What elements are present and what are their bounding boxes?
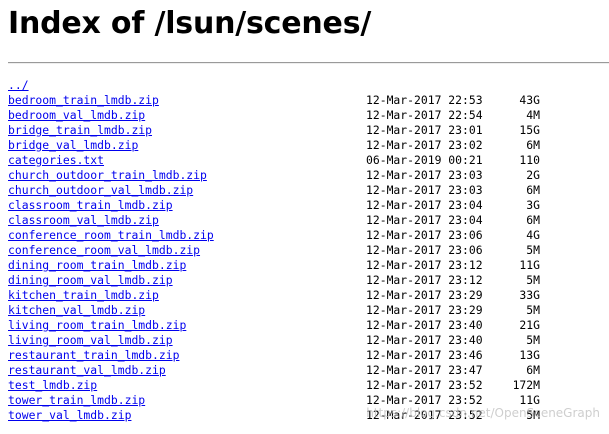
file-link[interactable]: bridge_train_lmdb.zip (8, 123, 152, 138)
file-date: 12-Mar-2017 23:52 (366, 378, 483, 392)
file-date: 12-Mar-2017 22:54 (366, 108, 483, 122)
file-date: 12-Mar-2017 23:02 (366, 138, 483, 152)
list-item: restaurant_val_lmdb.zip 12-Mar-2017 23:47… (8, 363, 608, 378)
file-link[interactable]: living_room_val_lmdb.zip (8, 333, 173, 348)
file-date: 12-Mar-2017 23:01 (366, 123, 483, 137)
file-size: 6M (526, 138, 540, 152)
file-size: 3G (526, 198, 540, 212)
file-size: 5M (526, 273, 540, 287)
file-date: 12-Mar-2017 22:53 (366, 93, 483, 107)
list-item: classroom_val_lmdb.zip 12-Mar-2017 23:04 6… (8, 213, 608, 228)
list-item: church_outdoor_train_lmdb.zip 12-Mar-2017… (8, 168, 608, 183)
file-rows: bedroom_train_lmdb.zip 12-Mar-2017 22:53 4… (8, 93, 608, 423)
file-date: 12-Mar-2017 23:40 (366, 333, 483, 347)
file-link[interactable]: conference_room_train_lmdb.zip (8, 228, 214, 243)
file-date: 12-Mar-2017 23:12 (366, 273, 483, 287)
file-size: 5M (526, 303, 540, 317)
file-link[interactable]: classroom_train_lmdb.zip (8, 198, 173, 213)
file-size: 15G (519, 123, 540, 137)
file-size: 43G (519, 93, 540, 107)
list-item: kitchen_train_lmdb.zip 12-Mar-2017 23:29 3… (8, 288, 608, 303)
file-size: 6M (526, 213, 540, 227)
file-date: 12-Mar-2017 23:03 (366, 168, 483, 182)
list-item: tower_val_lmdb.zip 12-Mar-2017 23:52 5M (8, 408, 608, 423)
file-date: 06-Mar-2019 00:21 (366, 153, 483, 167)
file-date: 12-Mar-2017 23:04 (366, 213, 483, 227)
file-link[interactable]: conference_room_val_lmdb.zip (8, 243, 200, 258)
list-item: conference_room_val_lmdb.zip 12-Mar-2017 … (8, 243, 608, 258)
list-item-parent: ../ (8, 78, 608, 93)
file-size: 5M (526, 408, 540, 422)
list-item: kitchen_val_lmdb.zip 12-Mar-2017 23:29 5M (8, 303, 608, 318)
file-date: 12-Mar-2017 23:52 (366, 408, 483, 422)
list-item: living_room_train_lmdb.zip 12-Mar-2017 23… (8, 318, 608, 333)
file-size: 4G (526, 228, 540, 242)
list-item: bridge_val_lmdb.zip 12-Mar-2017 23:02 6M (8, 138, 608, 153)
file-link[interactable]: kitchen_train_lmdb.zip (8, 288, 159, 303)
file-link[interactable]: classroom_val_lmdb.zip (8, 213, 159, 228)
file-date: 12-Mar-2017 23:04 (366, 198, 483, 212)
file-link[interactable]: living_room_train_lmdb.zip (8, 318, 186, 333)
file-link[interactable]: dining_room_val_lmdb.zip (8, 273, 173, 288)
list-item: conference_room_train_lmdb.zip 12-Mar-201… (8, 228, 608, 243)
list-item: church_outdoor_val_lmdb.zip 12-Mar-2017 2… (8, 183, 608, 198)
file-link[interactable]: test_lmdb.zip (8, 378, 97, 393)
file-link[interactable]: church_outdoor_val_lmdb.zip (8, 183, 193, 198)
list-item: bedroom_val_lmdb.zip 12-Mar-2017 22:54 4M (8, 108, 608, 123)
file-size: 6M (526, 183, 540, 197)
file-size: 6M (526, 363, 540, 377)
file-size: 33G (519, 288, 540, 302)
list-item: categories.txt 06-Mar-2019 00:21 110 (8, 153, 608, 168)
file-size: 5M (526, 243, 540, 257)
file-link[interactable]: restaurant_train_lmdb.zip (8, 348, 179, 363)
list-item: classroom_train_lmdb.zip 12-Mar-2017 23:0… (8, 198, 608, 213)
parent-directory-link[interactable]: ../ (8, 78, 29, 93)
page-title: Index of /lsun/scenes/ (8, 6, 372, 41)
file-link[interactable]: bedroom_val_lmdb.zip (8, 108, 145, 123)
file-size: 172M (512, 378, 540, 392)
file-date: 12-Mar-2017 23:06 (366, 228, 483, 242)
file-size: 13G (519, 348, 540, 362)
file-link[interactable]: restaurant_val_lmdb.zip (8, 363, 166, 378)
file-link[interactable]: bridge_val_lmdb.zip (8, 138, 138, 153)
list-item: restaurant_train_lmdb.zip 12-Mar-2017 23:… (8, 348, 608, 363)
file-link[interactable]: kitchen_val_lmdb.zip (8, 303, 145, 318)
file-link[interactable]: tower_val_lmdb.zip (8, 408, 131, 423)
file-date: 12-Mar-2017 23:40 (366, 318, 483, 332)
file-size: 11G (519, 393, 540, 407)
list-item: dining_room_train_lmdb.zip 12-Mar-2017 23… (8, 258, 608, 273)
file-date: 12-Mar-2017 23:52 (366, 393, 483, 407)
file-date: 12-Mar-2017 23:03 (366, 183, 483, 197)
file-size: 4M (526, 108, 540, 122)
file-listing: ../ bedroom_train_lmdb.zip 12-Mar-2017 22… (8, 78, 608, 423)
file-link[interactable]: categories.txt (8, 153, 104, 168)
file-link[interactable]: tower_train_lmdb.zip (8, 393, 145, 408)
list-item: bridge_train_lmdb.zip 12-Mar-2017 23:01 15… (8, 123, 608, 138)
file-size: 5M (526, 333, 540, 347)
divider (8, 62, 609, 64)
list-item: living_room_val_lmdb.zip 12-Mar-2017 23:4… (8, 333, 608, 348)
file-link[interactable]: church_outdoor_train_lmdb.zip (8, 168, 207, 183)
file-link[interactable]: dining_room_train_lmdb.zip (8, 258, 186, 273)
file-date: 12-Mar-2017 23:12 (366, 258, 483, 272)
file-size: 2G (526, 168, 540, 182)
file-date: 12-Mar-2017 23:46 (366, 348, 483, 362)
list-item: tower_train_lmdb.zip 12-Mar-2017 23:52 11G (8, 393, 608, 408)
file-size: 110 (519, 153, 540, 167)
file-date: 12-Mar-2017 23:47 (366, 363, 483, 377)
list-item: bedroom_train_lmdb.zip 12-Mar-2017 22:53 4… (8, 93, 608, 108)
file-date: 12-Mar-2017 23:29 (366, 303, 483, 317)
list-item: dining_room_val_lmdb.zip 12-Mar-2017 23:1… (8, 273, 608, 288)
file-size: 11G (519, 258, 540, 272)
list-item: test_lmdb.zip 12-Mar-2017 23:52 172M (8, 378, 608, 393)
file-size: 21G (519, 318, 540, 332)
file-link[interactable]: bedroom_train_lmdb.zip (8, 93, 159, 108)
file-date: 12-Mar-2017 23:06 (366, 243, 483, 257)
file-date: 12-Mar-2017 23:29 (366, 288, 483, 302)
